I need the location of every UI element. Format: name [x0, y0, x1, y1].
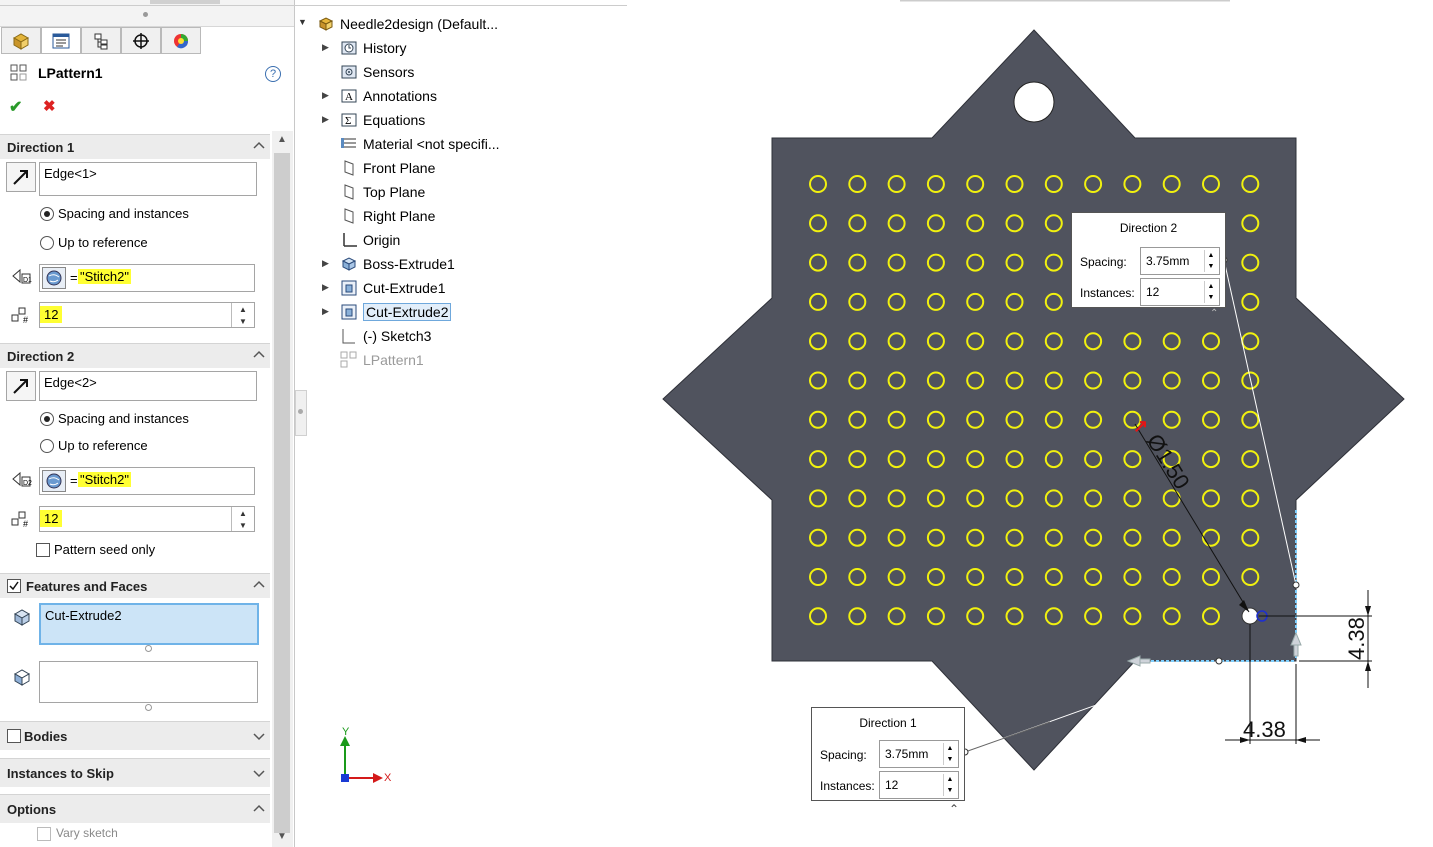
part-body[interactable]	[662, 29, 1405, 771]
leader-dot	[1292, 581, 1300, 589]
direction-handle-icon[interactable]: ↗	[1133, 416, 1148, 436]
spinner-icon[interactable]: ▲ ▼	[1204, 281, 1217, 303]
y-axis-label: Y	[342, 726, 350, 738]
horizontal-dimension[interactable]: 4.38	[1243, 717, 1286, 742]
direction1-callout-spacing-field[interactable]: 3.75mm ▲ ▼	[879, 740, 959, 768]
callout-collapse-icon[interactable]: ⌃	[949, 802, 959, 816]
direction2-callout-spacing-value: 3.75mm	[1146, 254, 1190, 268]
direction1-callout: Direction 1 Spacing: 3.75mm ▲ ▼ Instances…	[811, 707, 965, 801]
hanging-hole[interactable]	[1013, 81, 1055, 123]
direction1-spacing-label: Spacing:	[820, 748, 867, 762]
direction1-callout-title: Direction 1	[859, 716, 917, 730]
direction1-callout-spacing-value: 3.75mm	[885, 747, 929, 761]
direction2-callout: Direction 2 Spacing: 3.75mm ▲ ▼ Instances…	[1071, 212, 1226, 308]
direction2-callout-spacing-field[interactable]: 3.75mm ▲ ▼	[1140, 247, 1220, 275]
coordinate-triad: X Y	[340, 726, 392, 784]
x-axis-label: X	[384, 772, 392, 784]
direction1-callout-instances-value: 12	[885, 778, 899, 792]
direction2-callout-instances-value: 12	[1146, 285, 1160, 299]
callout-collapse-icon[interactable]: ⌃	[1210, 308, 1218, 319]
spinner-icon[interactable]: ▲ ▼	[1204, 250, 1217, 272]
direction2-callout-instances-field[interactable]: 12 ▲ ▼	[1140, 278, 1220, 306]
vertical-dimension[interactable]: 4.38	[1344, 617, 1369, 660]
spinner-icon[interactable]: ▲ ▼	[943, 743, 956, 765]
direction2-callout-title: Direction 2	[1119, 221, 1178, 235]
direction2-instances-label: Instances:	[1080, 286, 1135, 300]
direction1-instances-label: Instances:	[820, 779, 875, 793]
direction1-callout-instances-field[interactable]: 12 ▲ ▼	[879, 771, 959, 799]
graphics-viewport[interactable]: Ø1.50 ↗ 4.38 4.38 X Y	[0, 0, 1433, 847]
leader-dot	[1215, 657, 1223, 665]
spinner-icon[interactable]: ▲ ▼	[943, 774, 956, 796]
seed-hole[interactable]	[1241, 607, 1259, 625]
direction2-spacing-label: Spacing:	[1080, 255, 1127, 269]
